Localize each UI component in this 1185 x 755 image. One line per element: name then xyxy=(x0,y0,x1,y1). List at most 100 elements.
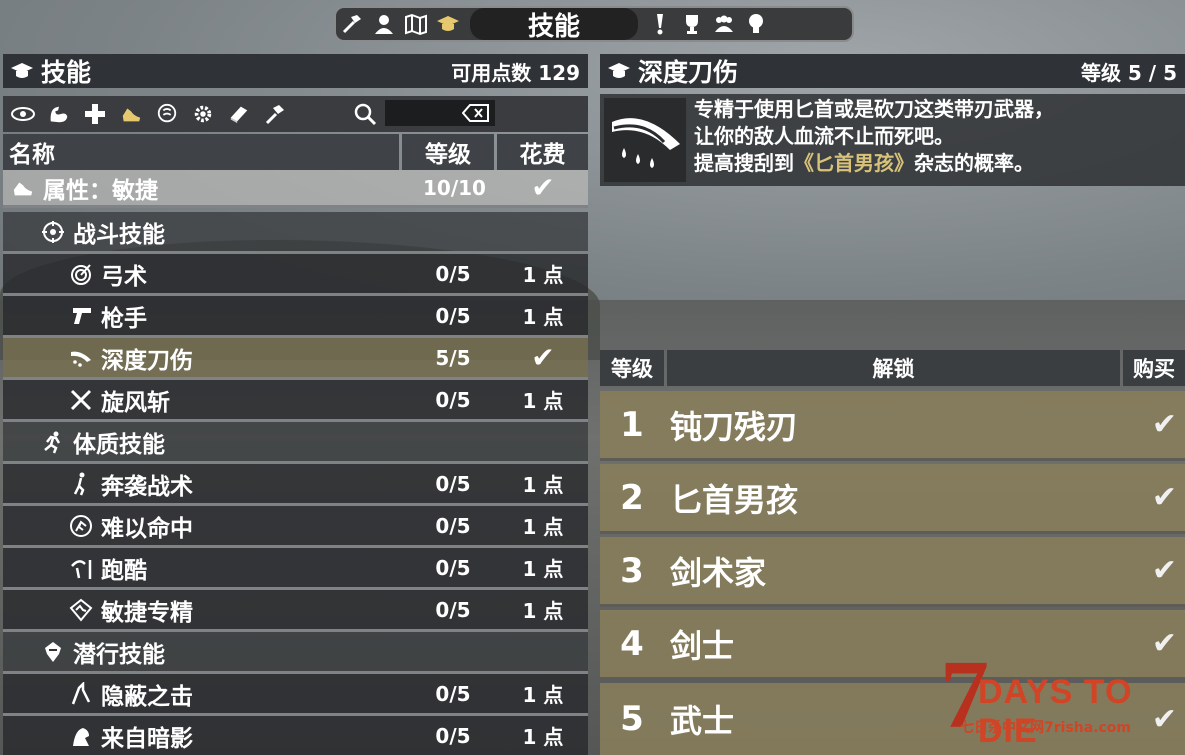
magazine-name-highlight: 《匕首男孩》 xyxy=(794,151,914,175)
skill-row-run-and-gun[interactable]: 奔袭战术 0/5 1 点 xyxy=(3,464,588,506)
gear-icon[interactable] xyxy=(187,98,219,130)
skill-name: 枪手 xyxy=(101,305,147,332)
column-header-name[interactable]: 名称 xyxy=(3,134,399,170)
crafting-hammer-icon[interactable] xyxy=(336,8,368,40)
category-name: 潜行技能 xyxy=(73,641,165,668)
players-icon[interactable] xyxy=(708,8,740,40)
skill-row-from-the-shadows[interactable]: 来自暗影 0/5 1 点 xyxy=(3,716,588,755)
crosshair-icon xyxy=(39,218,67,246)
skill-level: 0/5 xyxy=(435,723,471,748)
skill-row-attribute-agility[interactable]: 属性：敏捷 10/10 ✔ xyxy=(3,170,588,208)
unlock-level: 2 xyxy=(620,477,644,518)
unlock-name: 匕首男孩 xyxy=(670,480,799,519)
skill-level: 0/5 xyxy=(435,513,471,538)
skill-row-flurry[interactable]: 难以命中 0/5 1 点 xyxy=(3,506,588,548)
unlock-row-3[interactable]: 3 剑术家 ✔ xyxy=(600,537,1185,607)
skill-cost: 1 点 xyxy=(522,515,564,539)
category-row-combat[interactable]: 战斗技能 xyxy=(3,212,588,254)
column-header-level[interactable]: 等级 xyxy=(402,134,494,170)
top-nav-bar: 技能 xyxy=(334,6,854,42)
unlock-column-unlock: 解锁 xyxy=(667,350,1120,386)
crossed-swords-icon xyxy=(67,386,95,414)
skills-cap-icon[interactable] xyxy=(432,8,464,40)
skill-level: 5/5 xyxy=(435,345,471,370)
eye-icon[interactable] xyxy=(7,98,39,130)
skill-cost: 1 点 xyxy=(522,473,564,497)
logo-days-to-die: DAYS TO DIE xyxy=(978,673,1133,750)
column-header-cost[interactable]: 花费 xyxy=(497,134,588,170)
unlock-level: 3 xyxy=(620,550,644,591)
category-row-athletics[interactable]: 体质技能 xyxy=(3,422,588,464)
clear-search-icon[interactable] xyxy=(461,102,491,124)
skill-cost: 1 点 xyxy=(522,305,564,329)
skill-detail-title: 深度刀伤 xyxy=(638,58,739,87)
blade-blood-icon xyxy=(604,98,686,182)
checkmark-icon: ✔ xyxy=(1151,407,1177,442)
description-line: 专精于使用匕首或是砍刀这类带刃武器， xyxy=(694,97,1054,121)
character-icon[interactable] xyxy=(368,8,400,40)
skill-level: 0/5 xyxy=(435,303,471,328)
skill-row-gunslinger[interactable]: 枪手 0/5 1 点 xyxy=(3,296,588,338)
skill-name: 隐蔽之击 xyxy=(101,683,193,710)
unlock-level: 1 xyxy=(620,404,644,445)
skill-row-archery[interactable]: 弓术 0/5 1 点 xyxy=(3,254,588,296)
skill-name: 跑酷 xyxy=(101,557,147,584)
skills-panel-header: 技能 可用点数 129 xyxy=(3,54,588,88)
skill-name: 来自暗影 xyxy=(101,725,193,752)
description-line: 提高搜刮到《匕首男孩》杂志的概率。 xyxy=(694,150,1180,177)
skill-name: 属性：敏捷 xyxy=(43,177,158,204)
skill-name: 难以命中 xyxy=(101,515,193,542)
skills-cap-icon xyxy=(9,58,35,84)
fortitude-cross-icon[interactable] xyxy=(79,98,111,130)
lightbulb-icon[interactable] xyxy=(740,8,772,40)
unlock-column-level: 等级 xyxy=(600,350,664,386)
skill-cost: 1 点 xyxy=(522,725,564,749)
map-icon[interactable] xyxy=(400,8,432,40)
stealth-hood-icon xyxy=(39,638,67,666)
skill-name: 弓术 xyxy=(101,263,147,290)
skill-row-parkour[interactable]: 跑酷 0/5 1 点 xyxy=(3,548,588,590)
agility-shoe-icon[interactable] xyxy=(115,98,147,130)
strength-arm-icon[interactable] xyxy=(43,98,75,130)
parkour-icon xyxy=(67,554,95,582)
available-points: 可用点数 129 xyxy=(451,60,580,85)
intellect-brain-icon[interactable] xyxy=(151,98,183,130)
skill-cost: 1 点 xyxy=(522,557,564,581)
skill-level: 0/5 xyxy=(435,555,471,580)
unlock-row-2[interactable]: 2 匕首男孩 ✔ xyxy=(600,464,1185,534)
unlock-level: 5 xyxy=(620,699,644,739)
skill-description: 专精于使用匕首或是砍刀这类带刃武器， 让你的敌人血流不止而死吧。 提高搜刮到《匕… xyxy=(694,96,1180,177)
book-icon[interactable] xyxy=(223,98,255,130)
category-row-stealth[interactable]: 潜行技能 xyxy=(3,632,588,674)
trophy-icon[interactable] xyxy=(676,8,708,40)
diamond-shoe-icon xyxy=(67,596,95,624)
skill-level: 0/5 xyxy=(435,681,471,706)
checkmark-icon: ✔ xyxy=(1151,480,1177,515)
game-logo-watermark: 7 DAYS TO DIE 七日杀中文网7risha.com xyxy=(940,645,1180,750)
search-icon xyxy=(349,98,381,130)
filter-toolbar xyxy=(3,96,588,132)
skill-row-whirlwind[interactable]: 旋风斩 0/5 1 点 xyxy=(3,380,588,422)
quests-exclamation-icon[interactable] xyxy=(644,8,676,40)
skill-name: 奔袭战术 xyxy=(101,473,193,500)
skill-cost: 1 点 xyxy=(522,683,564,707)
skills-panel-title: 技能 xyxy=(41,58,92,87)
checkmark-icon: ✔ xyxy=(531,341,555,374)
skill-name: 旋风斩 xyxy=(101,389,170,416)
blade-blood-icon xyxy=(67,344,95,372)
skill-row-hidden-strike[interactable]: 隐蔽之击 0/5 1 点 xyxy=(3,674,588,716)
pistol-icon xyxy=(67,302,95,330)
skill-row-agility-mastery[interactable]: 敏捷专精 0/5 1 点 xyxy=(3,590,588,632)
unlock-row-1[interactable]: 1 钝刀残刃 ✔ xyxy=(600,391,1185,461)
runner-icon xyxy=(67,470,95,498)
description-text: 提高搜刮到 xyxy=(694,151,794,175)
skill-cost: 1 点 xyxy=(522,389,564,413)
skills-cap-icon xyxy=(606,58,632,84)
skill-level: 0/5 xyxy=(435,471,471,496)
page-title: 技能 xyxy=(470,8,638,42)
skill-row-deep-cuts[interactable]: 深度刀伤 5/5 ✔ xyxy=(3,338,588,380)
dodge-circle-icon xyxy=(67,512,95,540)
hammer-icon[interactable] xyxy=(259,98,291,130)
skill-level: 0/5 xyxy=(435,597,471,622)
skill-name: 敏捷专精 xyxy=(101,599,193,626)
